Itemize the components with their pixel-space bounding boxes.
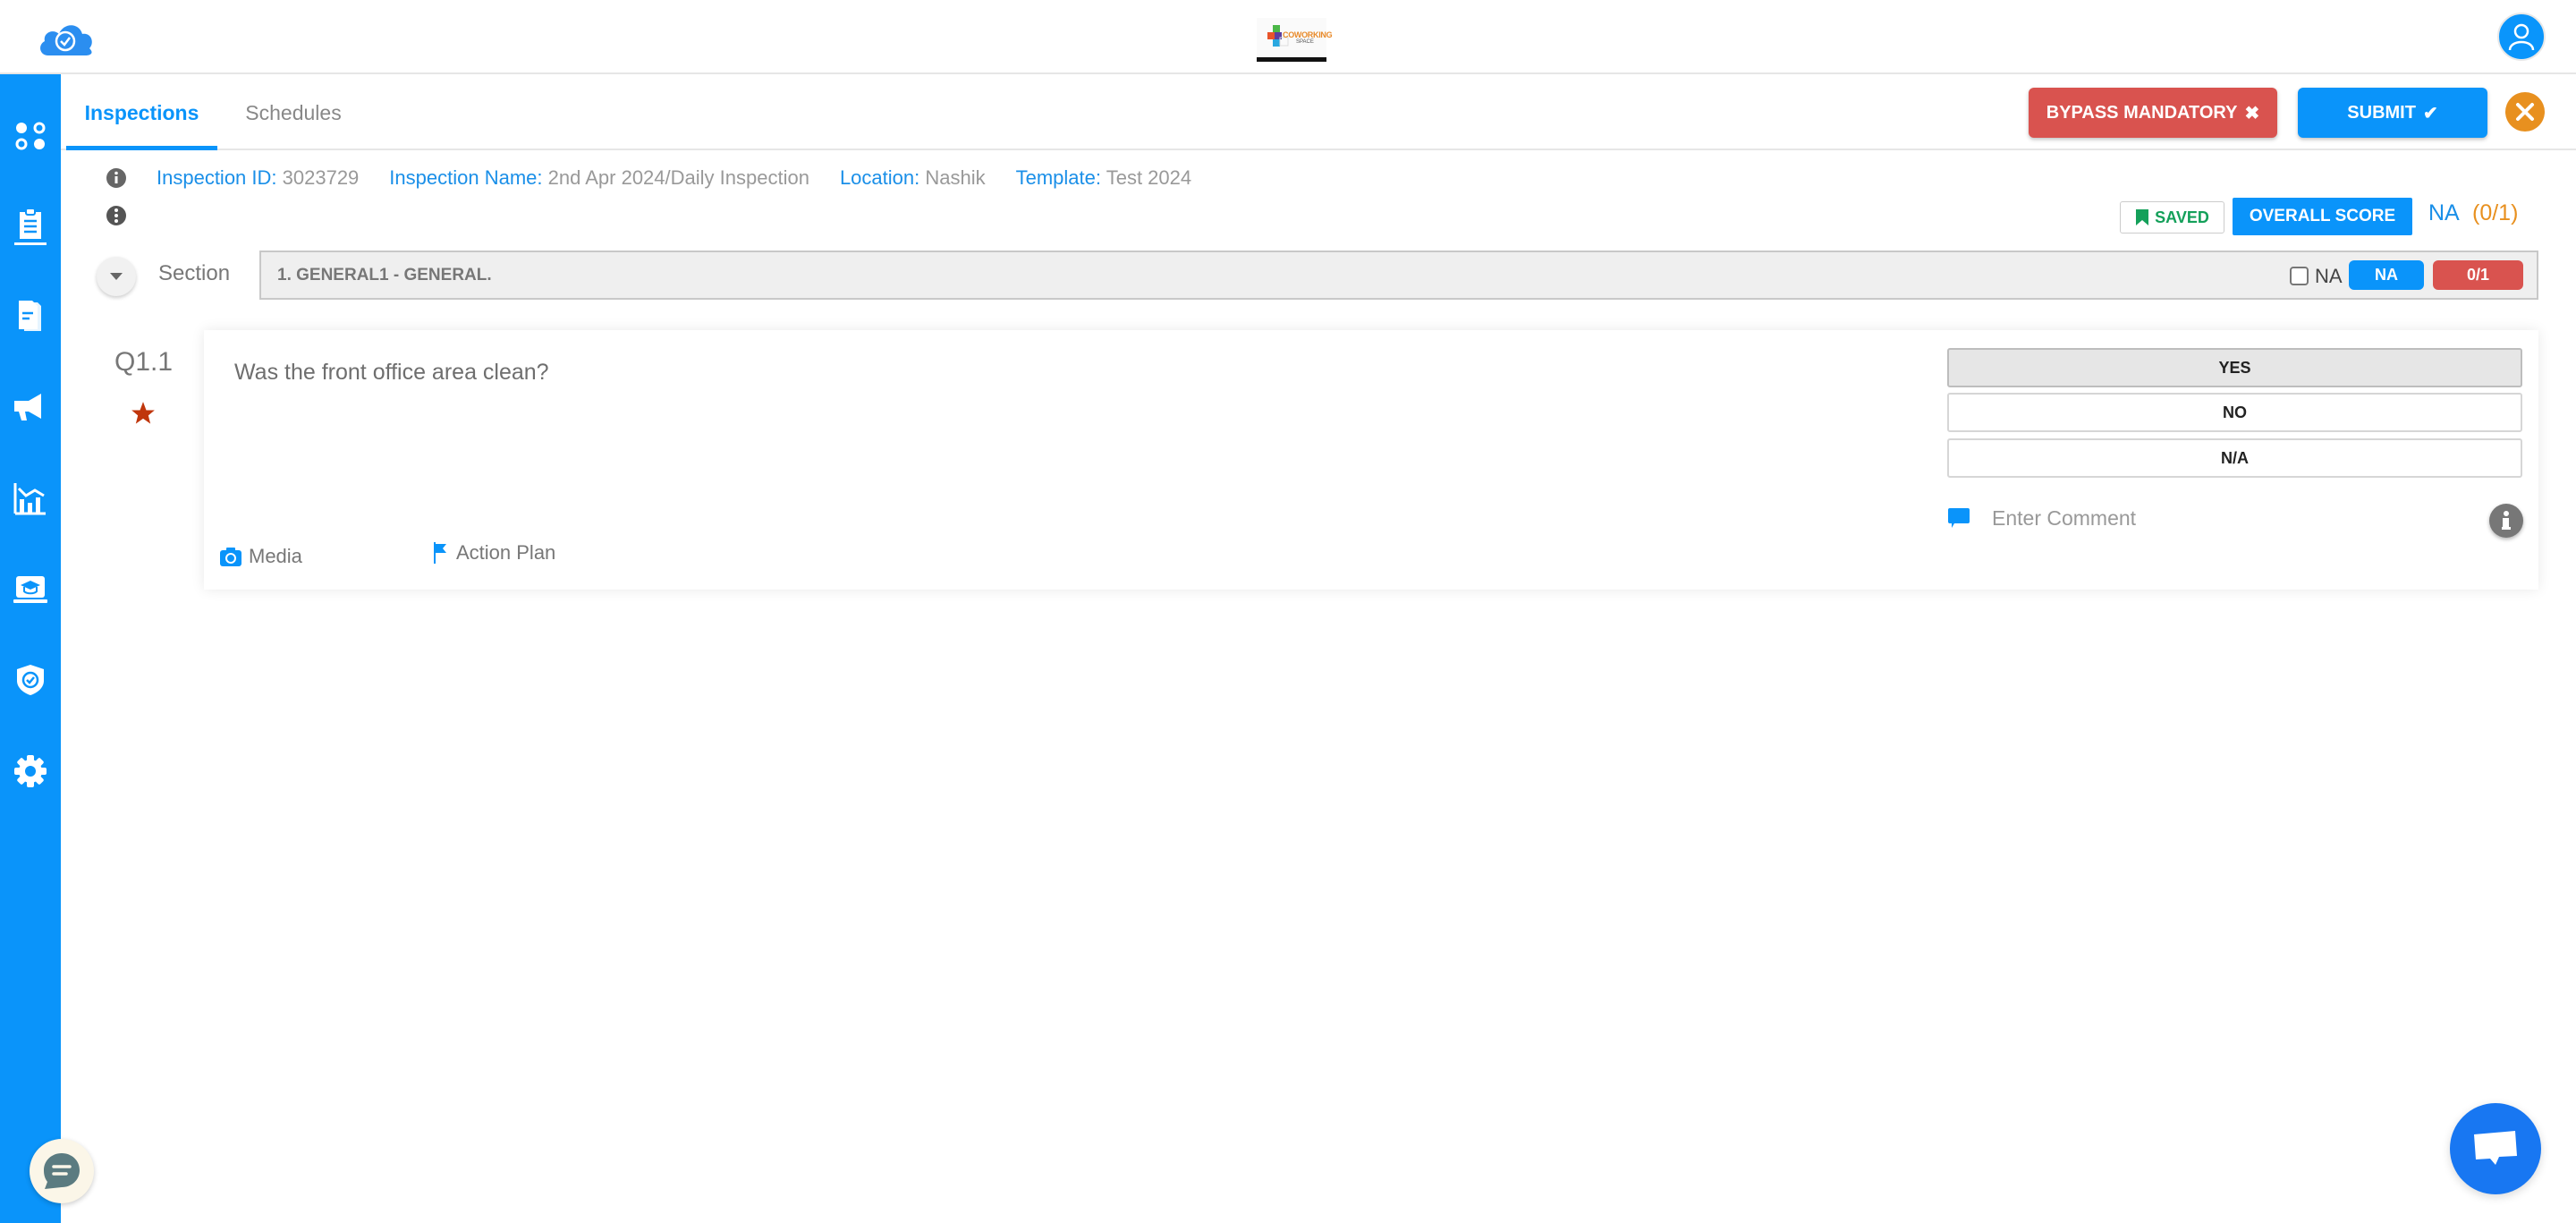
chart-icon [13, 483, 46, 515]
user-avatar[interactable] [2497, 13, 2546, 61]
section-title: 1. GENERAL1 - GENERAL. [277, 266, 492, 285]
mandatory-star-icon [131, 402, 155, 424]
sidebar-item-announcements[interactable] [0, 381, 61, 435]
message-icon [2474, 1131, 2517, 1165]
inspection-name: Inspection Name: 2nd Apr 2024/Daily Insp… [389, 166, 809, 189]
sidebar-item-training[interactable] [0, 563, 61, 616]
flag-icon [434, 542, 446, 564]
close-inspection-button[interactable] [2505, 92, 2545, 132]
action-plan-label: Action Plan [456, 541, 556, 564]
messenger-chat-button[interactable] [2450, 1103, 2541, 1194]
info-icon[interactable] [106, 168, 126, 188]
answer-option-no[interactable]: NO [1947, 393, 2522, 432]
inspection-id: Inspection ID: 3023729 [157, 166, 360, 189]
info-icon [2502, 511, 2511, 530]
bookmark-icon [2136, 209, 2149, 225]
sidebar-item-dashboard[interactable] [0, 109, 61, 163]
shield-check-icon [17, 665, 44, 695]
action-plan-button[interactable]: Action Plan [433, 541, 555, 565]
document-icon [19, 301, 41, 331]
company-logo: COWORKING SPACE [1257, 18, 1333, 63]
overall-score-value: NA [2428, 200, 2460, 225]
saved-label: SAVED [2155, 208, 2209, 226]
inspection-location: Location: Nashik [839, 166, 986, 189]
sidebar-item-inspections[interactable] [0, 200, 61, 253]
section-na-checkbox-label: NA [2315, 265, 2343, 287]
question-info-button[interactable] [2489, 504, 2523, 538]
overall-score-fraction: (0/1) [2472, 200, 2519, 225]
question-card: Was the front office area clean? YES NO … [204, 330, 2538, 590]
logo-subtext: SPACE [1296, 39, 1314, 45]
logo-text: COWORKING [1283, 30, 1333, 39]
submit-button[interactable]: SUBMIT ✔ [2298, 88, 2487, 138]
bypass-mandatory-label: BYPASS MANDATORY [2046, 102, 2238, 123]
section-na-pill: NA [2349, 260, 2424, 290]
answer-option-yes[interactable]: YES [1947, 348, 2522, 387]
inspection-template: Template: Test 2024 [1015, 166, 1192, 189]
overall-score-button[interactable]: OVERALL SCORE [2233, 198, 2412, 235]
question-text: Was the front office area clean? [234, 360, 549, 385]
bypass-mandatory-button[interactable]: BYPASS MANDATORY ✖ [2029, 88, 2277, 138]
cloud-check-icon[interactable] [36, 18, 97, 57]
section-bar: 1. GENERAL1 - GENERAL. NA NA 0/1 [259, 251, 2538, 300]
question-number: Q1.1 [114, 347, 174, 377]
close-x-icon: ✖ [2244, 103, 2260, 123]
tab-schedules[interactable]: Schedules [231, 76, 356, 150]
support-chat-button[interactable] [30, 1139, 94, 1203]
answer-option-na[interactable]: N/A [1947, 438, 2522, 478]
more-options-icon[interactable] [106, 206, 126, 225]
section-label: Section [158, 261, 231, 285]
media-button[interactable]: Media [220, 545, 302, 568]
section-collapse-button[interactable] [97, 257, 136, 296]
sidebar-item-analytics[interactable] [0, 471, 61, 525]
apps-dots-icon [15, 122, 46, 150]
submit-label: SUBMIT [2347, 102, 2416, 123]
chat-bubble-icon [44, 1153, 80, 1189]
camera-icon [220, 548, 242, 566]
user-icon [2508, 23, 2535, 51]
top-bar: COWORKING SPACE [0, 0, 2576, 74]
sidebar [0, 74, 61, 1223]
close-icon [2516, 103, 2534, 121]
megaphone-icon [14, 394, 41, 420]
logo-underline [1257, 57, 1326, 62]
section-score-pill: 0/1 [2433, 260, 2523, 290]
tab-inspections[interactable]: Inspections [66, 76, 217, 150]
comment-icon [1948, 508, 1970, 528]
section-na-checkbox[interactable] [2290, 267, 2309, 285]
media-label: Media [249, 545, 302, 567]
gear-icon [14, 755, 47, 787]
comment-input[interactable] [1992, 500, 2457, 536]
inspection-info: Inspection ID: 3023729 Inspection Name: … [157, 166, 1191, 190]
sidebar-item-compliance[interactable] [0, 653, 61, 707]
checkmark-icon: ✔ [2422, 103, 2438, 123]
clipboard-icon [14, 208, 47, 245]
graduation-laptop-icon [13, 576, 47, 603]
sidebar-item-settings[interactable] [0, 744, 61, 798]
caret-down-icon [110, 273, 123, 280]
sidebar-item-documents[interactable] [0, 290, 61, 344]
logo-image: COWORKING SPACE [1257, 18, 1333, 57]
saved-badge: SAVED [2120, 201, 2224, 234]
